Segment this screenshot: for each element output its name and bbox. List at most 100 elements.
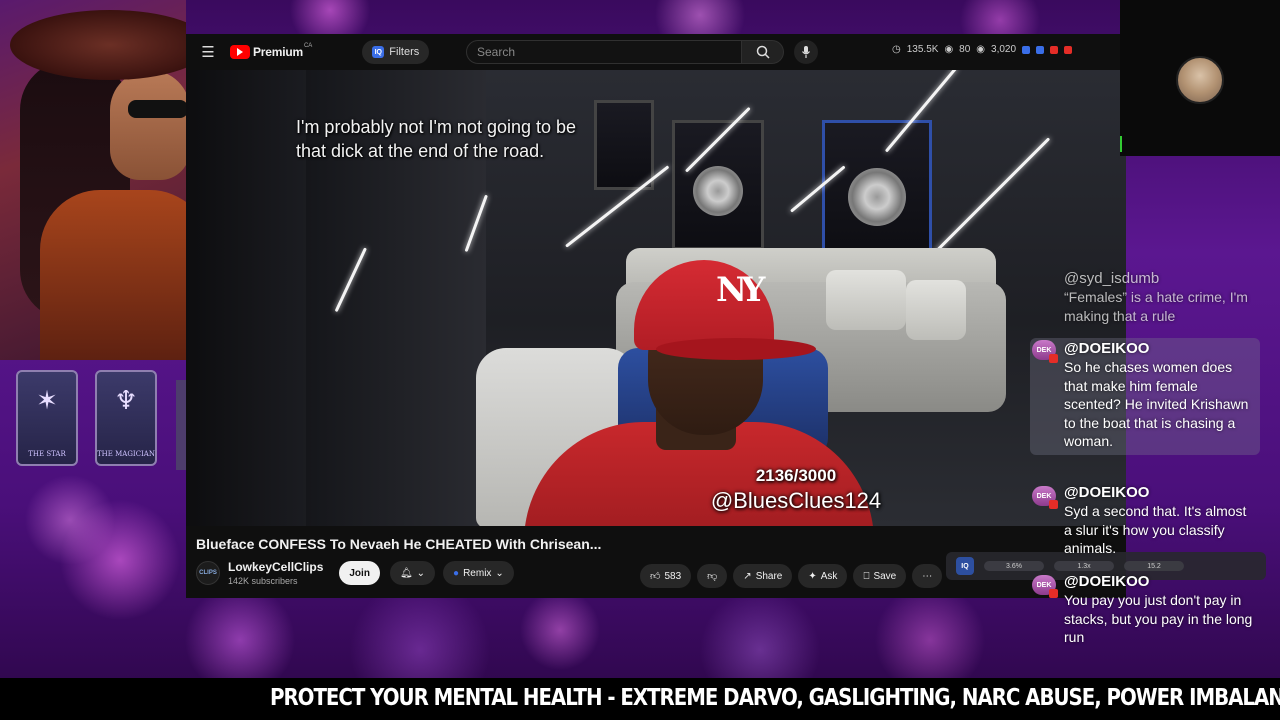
news-ticker: PROTECT YOUR MENTAL HEALTH - EXTREME DAR… (0, 678, 1280, 720)
count-stat: 3,020 (991, 44, 1017, 55)
chat-text: You pay you just don't pay in stacks, bu… (1064, 592, 1253, 645)
chat-message: @syd_isdumb “Females” is a hate crime, I… (1030, 270, 1260, 325)
channel-avatar[interactable]: CLIPS (196, 561, 220, 585)
persona-hat (10, 10, 186, 80)
chat-text: “Females” is a hate crime, I'm making th… (1064, 289, 1248, 324)
ask-label: Ask (820, 570, 838, 582)
goal-counter: 2136/3000 (755, 466, 837, 485)
magician-icon: ♆ (114, 386, 138, 416)
remix-icon: ● (453, 567, 460, 579)
iq-icon[interactable]: IQ (956, 557, 974, 575)
comments-icon: ◉ (976, 44, 986, 55)
chat-badge: DEK (1032, 340, 1058, 363)
thumbs-up-icon: 👍︎ (650, 571, 661, 582)
video-actions: 👍︎ 583 👎︎ ↗ Share ✦ Ask ⎕ Save ⋯ (640, 564, 943, 588)
filters-button[interactable]: IQ Filters (362, 40, 430, 64)
chat-message: DEK @DOEIKOO So he chases women does tha… (1030, 338, 1260, 455)
persona-coat (40, 190, 186, 360)
tarot-card-label: THE MAGICIAN (97, 450, 155, 458)
extension-icon[interactable] (1064, 45, 1073, 54)
youtube-window: ☰ Premium CA IQ Filters Search ◷ 135.5K … (186, 34, 1126, 598)
chat-text: So he chases women does that make him fe… (1064, 359, 1249, 449)
video-player[interactable]: NY I'm probably not I'm not going to be … (186, 70, 1126, 526)
sparkle-icon: ✦ (808, 570, 817, 582)
chat-username: @syd_isdumb (1064, 270, 1160, 287)
search-input[interactable]: Search (466, 40, 742, 64)
channel-info: LowkeyCellClips 142K subscribers (228, 560, 323, 586)
chat-message: DEK @DOEIKOO You pay you just don't pay … (1030, 573, 1260, 647)
save-button[interactable]: ⎕ Save (853, 564, 907, 588)
cap-logo: NY (716, 270, 765, 310)
youtube-play-icon (230, 45, 250, 59)
webcam-avatar (1176, 56, 1224, 104)
video-title: Blueface CONFESS To Nevaeh He CHEATED Wi… (196, 536, 602, 552)
views-stat: 135.5K (906, 44, 939, 55)
chat-overlay: @syd_isdumb “Females” is a hate crime, I… (1030, 260, 1266, 680)
share-label: Share (755, 570, 783, 582)
chat-message: DEK @DOEIKOO Syd a second that. It's alm… (1030, 484, 1260, 558)
youtube-header: ☰ Premium CA IQ Filters Search ◷ 135.5K … (186, 34, 1126, 70)
youtube-brand-label: Premium (253, 45, 303, 59)
cap-brim (656, 338, 816, 360)
chat-badge: DEK (1032, 486, 1058, 509)
like-button[interactable]: 👍︎ 583 (640, 564, 692, 588)
chat-username: @DOEIKOO (1064, 340, 1150, 357)
share-button[interactable]: ↗ Share (733, 564, 793, 588)
tarot-card-star: ✶ THE STAR (16, 370, 78, 466)
channel-row: CLIPS LowkeyCellClips 142K subscribers J… (196, 560, 514, 586)
light-stripe (934, 137, 1051, 253)
iq-extension-icon: IQ (372, 46, 385, 58)
like-count: 583 (664, 570, 682, 582)
hamburger-menu-icon[interactable]: ☰ (196, 40, 220, 64)
record-disc (693, 166, 743, 217)
audio-level-indicator (1120, 136, 1122, 152)
search-icon (756, 45, 770, 59)
region-code: CA (303, 43, 313, 49)
microphone-icon (802, 46, 810, 58)
thumbs-down-icon: 👎︎ (707, 571, 718, 582)
youtube-logo[interactable]: Premium CA (230, 43, 313, 59)
tarot-card-partial (176, 380, 186, 470)
clock-icon: ◷ (892, 44, 901, 55)
rating-stat: 80 (959, 44, 971, 55)
chat-badge: DEK (1032, 575, 1058, 598)
bookmark-icon: ⎕ (863, 570, 870, 582)
chat-username: @DOEIKOO (1064, 573, 1150, 590)
record-disc (848, 167, 906, 226)
extension-icon[interactable] (1050, 45, 1059, 54)
extension-icon[interactable] (1036, 45, 1045, 54)
chevron-down-icon: ⌄ (416, 567, 426, 579)
webcam-feed (1120, 0, 1280, 156)
extension-stats: ◷ 135.5K ◉ 80 ◉ 3,020 (892, 44, 1073, 55)
star-icon: ✶ (36, 386, 58, 416)
notifications-button[interactable]: 🔔︎ ⌄ (389, 561, 436, 585)
record-plaque (822, 120, 932, 260)
video-caption: I'm probably not I'm not going to be tha… (296, 115, 636, 163)
chat-text: Syd a second that. It's almost a slur it… (1064, 503, 1247, 556)
ask-button[interactable]: ✦ Ask (798, 564, 848, 588)
pillow (906, 280, 966, 340)
search-button[interactable] (742, 40, 784, 64)
save-label: Save (873, 570, 897, 582)
goal-handle: @BluesClues124 (710, 488, 882, 513)
remix-button[interactable]: ● Remix ⌄ (443, 561, 514, 585)
persona-glasses (128, 100, 186, 118)
filters-label: Filters (389, 46, 420, 58)
ticker-text: PROTECT YOUR MENTAL HEALTH - EXTREME DAR… (270, 685, 1280, 711)
more-icon: ⋯ (922, 570, 933, 582)
caption-line: that dick at the end of the road. (296, 141, 545, 161)
channel-name[interactable]: LowkeyCellClips (228, 560, 323, 574)
extension-icon[interactable] (1022, 45, 1031, 54)
bell-icon: 🔔︎ (399, 567, 413, 579)
persona-face (110, 70, 186, 180)
share-icon: ↗ (743, 570, 752, 582)
join-button[interactable]: Join (339, 561, 380, 585)
remix-label: Remix (463, 567, 492, 579)
chevron-down-icon: ⌄ (495, 567, 504, 579)
more-actions-button[interactable]: ⋯ (912, 564, 943, 588)
channel-subscribers: 142K subscribers (228, 576, 298, 586)
tarot-card-magician: ♆ THE MAGICIAN (95, 370, 157, 466)
dislike-button[interactable]: 👎︎ (697, 564, 728, 588)
voice-search-button[interactable] (794, 40, 818, 64)
caption-line: I'm probably not I'm not going to be (296, 117, 577, 137)
